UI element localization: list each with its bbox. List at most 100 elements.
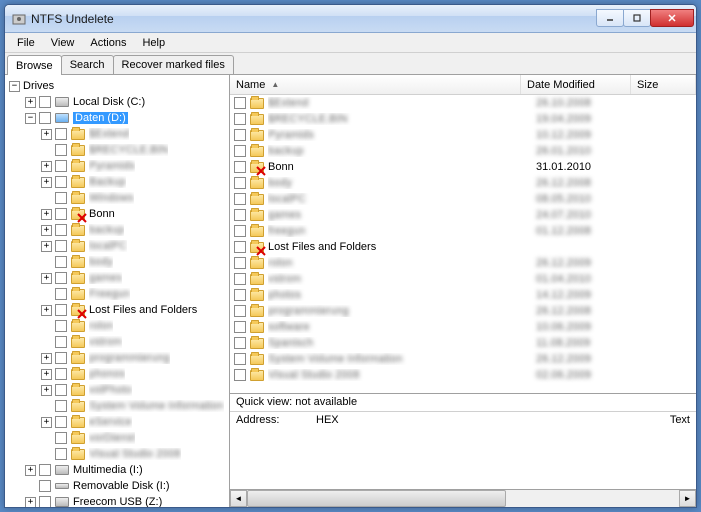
list-item[interactable]: System Volume Information 26.12.2009: [230, 351, 696, 367]
tree-item[interactable]: rolon: [7, 318, 227, 334]
tree-item[interactable]: + Backup: [7, 174, 227, 190]
list-item-bonn[interactable]: Bonn 31.01.2010: [230, 159, 696, 175]
checkbox[interactable]: [55, 336, 67, 348]
checkbox[interactable]: [55, 368, 67, 380]
tree-item[interactable]: $RECYCLE.BIN: [7, 142, 227, 158]
minimize-button[interactable]: [596, 9, 624, 27]
maximize-button[interactable]: [623, 9, 651, 27]
checkbox[interactable]: [234, 305, 246, 317]
tree-item[interactable]: vorDienst: [7, 430, 227, 446]
checkbox[interactable]: [55, 416, 67, 428]
checkbox[interactable]: [55, 272, 67, 284]
checkbox[interactable]: [55, 192, 67, 204]
tree-item[interactable]: + Pyramids: [7, 158, 227, 174]
checkbox[interactable]: [234, 145, 246, 157]
tree-item[interactable]: + games: [7, 270, 227, 286]
expander-icon[interactable]: +: [41, 305, 52, 316]
horizontal-scrollbar[interactable]: ◄ ►: [230, 489, 696, 507]
checkbox[interactable]: [234, 113, 246, 125]
tab-browse[interactable]: Browse: [7, 55, 62, 75]
expander-icon[interactable]: +: [25, 97, 36, 108]
checkbox[interactable]: [234, 369, 246, 381]
tree-item-removable[interactable]: Removable Disk (I:): [7, 478, 227, 494]
checkbox[interactable]: [39, 464, 51, 476]
expander-icon[interactable]: +: [41, 353, 52, 364]
checkbox[interactable]: [55, 320, 67, 332]
expander-icon[interactable]: +: [41, 417, 52, 428]
checkbox[interactable]: [55, 176, 67, 188]
menu-help[interactable]: Help: [134, 35, 173, 51]
header-size[interactable]: Size: [631, 75, 696, 94]
close-button[interactable]: [650, 9, 694, 27]
menu-actions[interactable]: Actions: [82, 35, 134, 51]
list-item-lost[interactable]: Lost Files and Folders: [230, 239, 696, 255]
tree-item[interactable]: Freegun: [7, 286, 227, 302]
scroll-left-icon[interactable]: ◄: [230, 490, 247, 507]
expander-icon[interactable]: −: [25, 113, 36, 124]
checkbox[interactable]: [55, 128, 67, 140]
expander-icon[interactable]: +: [41, 129, 52, 140]
tree-item[interactable]: + localPC: [7, 238, 227, 254]
expander-icon[interactable]: +: [41, 385, 52, 396]
tree-item[interactable]: + backup: [7, 222, 227, 238]
checkbox[interactable]: [234, 209, 246, 221]
tree-item[interactable]: + phonos: [7, 366, 227, 382]
list-item[interactable]: $RECYCLE.BIN 19.04.2009: [230, 111, 696, 127]
checkbox[interactable]: [234, 337, 246, 349]
tree-item[interactable]: body: [7, 254, 227, 270]
checkbox[interactable]: [55, 160, 67, 172]
tree-item[interactable]: + $Extend: [7, 126, 227, 142]
tree-item-bonn[interactable]: + Bonn: [7, 206, 227, 222]
checkbox[interactable]: [39, 112, 51, 124]
tree-item[interactable]: + eService: [7, 414, 227, 430]
tree-item-lost[interactable]: + Lost Files and Folders: [7, 302, 227, 318]
scroll-track[interactable]: [247, 490, 679, 507]
titlebar[interactable]: NTFS Undelete: [5, 5, 696, 33]
checkbox[interactable]: [234, 273, 246, 285]
expander-icon[interactable]: +: [41, 273, 52, 284]
list-item[interactable]: localPC 08.05.2010: [230, 191, 696, 207]
expander-icon[interactable]: +: [41, 177, 52, 188]
checkbox[interactable]: [234, 353, 246, 365]
checkbox[interactable]: [55, 352, 67, 364]
expander-icon[interactable]: +: [41, 161, 52, 172]
tab-search[interactable]: Search: [61, 55, 114, 74]
checkbox[interactable]: [55, 288, 67, 300]
list-item[interactable]: freegun 01.12.2008: [230, 223, 696, 239]
list-body[interactable]: $Extend 26.10.2008 $RECYCLE.BIN 19.04.20…: [230, 95, 696, 393]
checkbox[interactable]: [39, 96, 51, 108]
list-item[interactable]: programmierung 26.12.2008: [230, 303, 696, 319]
tree-item[interactable]: + volPhoto: [7, 382, 227, 398]
list-item[interactable]: body 26.12.2008: [230, 175, 696, 191]
list-item[interactable]: Visual Studio 2008 02.06.2009: [230, 367, 696, 383]
checkbox[interactable]: [234, 161, 246, 173]
tree-item-multimedia[interactable]: + Multimedia (I:): [7, 462, 227, 478]
checkbox[interactable]: [234, 321, 246, 333]
checkbox[interactable]: [234, 257, 246, 269]
header-name[interactable]: Name▲: [230, 75, 521, 94]
checkbox[interactable]: [55, 384, 67, 396]
expander-icon[interactable]: +: [41, 369, 52, 380]
tree-item[interactable]: System Volume Information: [7, 398, 227, 414]
checkbox[interactable]: [55, 208, 67, 220]
header-date[interactable]: Date Modified: [521, 75, 631, 94]
tree-item-local-disk[interactable]: + Local Disk (C:): [7, 94, 227, 110]
tree-item-daten[interactable]: − Daten (D:): [7, 110, 227, 126]
checkbox[interactable]: [55, 304, 67, 316]
checkbox[interactable]: [39, 496, 51, 507]
checkbox[interactable]: [234, 177, 246, 189]
tree-item[interactable]: Visual Studio 2008: [7, 446, 227, 462]
checkbox[interactable]: [55, 448, 67, 460]
menu-file[interactable]: File: [9, 35, 43, 51]
checkbox[interactable]: [234, 193, 246, 205]
tree-item-freecom[interactable]: + Freecom USB (Z:): [7, 494, 227, 507]
tree-item[interactable]: vstrom: [7, 334, 227, 350]
checkbox[interactable]: [234, 241, 246, 253]
tree-pane[interactable]: − Drives + Local Disk (C:) − Daten (D:) …: [5, 75, 230, 507]
list-item[interactable]: rolon 26.12.2009: [230, 255, 696, 271]
list-item[interactable]: photos 14.12.2009: [230, 287, 696, 303]
tab-recover[interactable]: Recover marked files: [113, 55, 234, 74]
expander-icon[interactable]: +: [41, 209, 52, 220]
scroll-thumb[interactable]: [247, 490, 506, 507]
list-item[interactable]: games 24.07.2010: [230, 207, 696, 223]
